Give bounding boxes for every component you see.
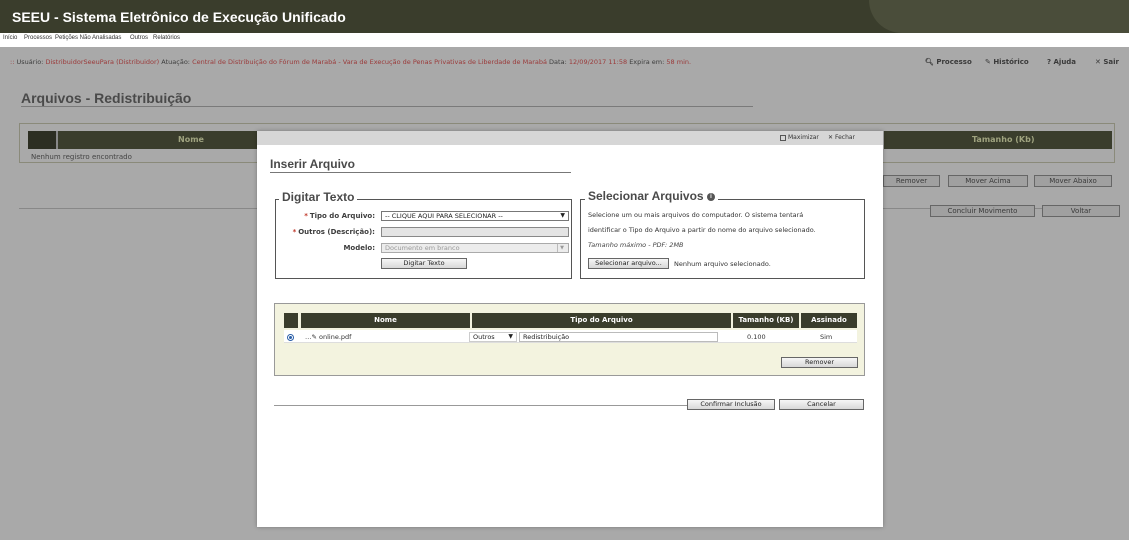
concluir-movimento-button[interactable]: Concluir Movimento: [930, 205, 1035, 217]
arquivo-status-text: Nenhum arquivo selecionado.: [674, 260, 771, 268]
app-header: SEEU - Sistema Eletrônico de Execução Un…: [0, 0, 1129, 33]
tamanho-maximo-text: Tamanho máximo - PDF: 2MB: [588, 241, 684, 249]
processo-link[interactable]: 🔍︎ Processo: [925, 58, 972, 66]
selecionar-arquivos-legend: Selecionar Arquivos i: [585, 189, 718, 203]
menu-bar: Início Processos Petições Não Analisadas…: [0, 33, 1129, 47]
digitar-texto-button[interactable]: Digitar Texto: [381, 258, 467, 269]
modal-title: Inserir Arquivo: [270, 157, 355, 171]
tipo-arquivo-label: * Tipo do Arquivo:: [304, 212, 375, 220]
menu-item-peticoes[interactable]: Petições Não Analisadas: [55, 35, 121, 41]
row-file-name[interactable]: …✎ online.pdf: [305, 332, 351, 342]
mover-acima-button[interactable]: Mover Acima: [948, 175, 1028, 187]
tipo-arquivo-select[interactable]: -- CLIQUE AQUI PARA SELECIONAR -- ▼: [381, 211, 569, 221]
attachment-icon: …✎: [305, 333, 317, 341]
menu-item-relatorios[interactable]: Relatórios: [153, 35, 180, 41]
modal-title-divider: [270, 172, 571, 173]
files-table-header-nome: Nome: [28, 131, 258, 149]
title-divider: [21, 106, 753, 107]
modelo-select[interactable]: Documento em branco ▼: [381, 243, 569, 253]
pencil-icon: ✎: [985, 58, 991, 66]
app-title: SEEU - Sistema Eletrônico de Execução Un…: [12, 9, 346, 25]
table-header-nome: Nome: [301, 313, 470, 328]
sair-link[interactable]: ✕ Sair: [1095, 58, 1119, 66]
selecionar-desc-1: Selecione um ou mais arquivos do computa…: [588, 211, 804, 219]
maximize-button[interactable]: Maximizar: [780, 134, 819, 141]
session-info: :: Usuário: DistribuidorSeeuPara (Distri…: [10, 58, 692, 66]
table-header-select: [284, 313, 298, 328]
close-button[interactable]: ✕ Fechar: [828, 134, 855, 141]
chevron-down-icon: ▼: [508, 333, 513, 340]
remover-button-bg[interactable]: Remover: [883, 175, 940, 187]
confirmar-inclusao-button[interactable]: Confirmar Inclusão: [687, 399, 775, 410]
search-icon: 🔍︎: [925, 58, 934, 66]
ajuda-link[interactable]: ? Ajuda: [1047, 58, 1076, 66]
cancelar-button[interactable]: Cancelar: [779, 399, 864, 410]
row-descricao-input[interactable]: Redistribuição: [519, 332, 718, 342]
digitar-texto-legend: Digitar Texto: [279, 190, 358, 204]
row-tamanho: 0.100: [747, 333, 766, 341]
chevron-down-icon: ▼: [560, 212, 565, 219]
table-header-tipo: Tipo do Arquivo: [472, 313, 731, 328]
modelo-label: Modelo:: [343, 244, 375, 252]
row-tipo-select[interactable]: Outros ▼: [469, 332, 517, 342]
empty-message: Nenhum registro encontrado: [31, 153, 132, 161]
selecionar-arquivo-button[interactable]: Selecionar arquivo...: [588, 258, 669, 269]
files-table-header-tamanho: Tamanho (Kb): [884, 131, 1112, 149]
menu-item-inicio[interactable]: Início: [3, 35, 17, 41]
chevron-down-icon: ▼: [557, 244, 566, 252]
header-decoration: [869, 0, 1129, 33]
help-icon: ?: [1047, 58, 1052, 66]
menu-item-processos[interactable]: Processos: [24, 35, 52, 41]
insert-file-modal: Maximizar ✕ Fechar Inserir Arquivo Digit…: [257, 131, 883, 527]
maximize-icon: [780, 134, 786, 141]
voltar-button[interactable]: Voltar: [1042, 205, 1120, 217]
table-header-tamanho: Tamanho (KB): [733, 313, 799, 328]
table-header-assinado: Assinado: [801, 313, 857, 328]
mover-abaixo-button[interactable]: Mover Abaixo: [1034, 175, 1112, 187]
outros-descricao-label: * Outros (Descrição):: [292, 228, 375, 236]
page-title: Arquivos - Redistribuição: [21, 90, 192, 106]
selecionar-desc-2: identificar o Tipo do Arquivo a partir d…: [588, 226, 816, 234]
close-icon: ✕: [1095, 58, 1101, 66]
outros-descricao-input[interactable]: [381, 227, 569, 237]
info-icon[interactable]: i: [706, 192, 715, 201]
remover-button[interactable]: Remover: [781, 357, 858, 368]
modal-titlebar: Maximizar ✕ Fechar: [257, 131, 883, 145]
historico-link[interactable]: ✎ Histórico: [985, 58, 1029, 66]
row-assinado: Sim: [820, 333, 833, 341]
row-select-radio[interactable]: [287, 334, 294, 341]
menu-item-outros[interactable]: Outros: [130, 35, 148, 41]
close-icon: ✕: [828, 134, 834, 141]
actions-divider: [274, 405, 689, 406]
